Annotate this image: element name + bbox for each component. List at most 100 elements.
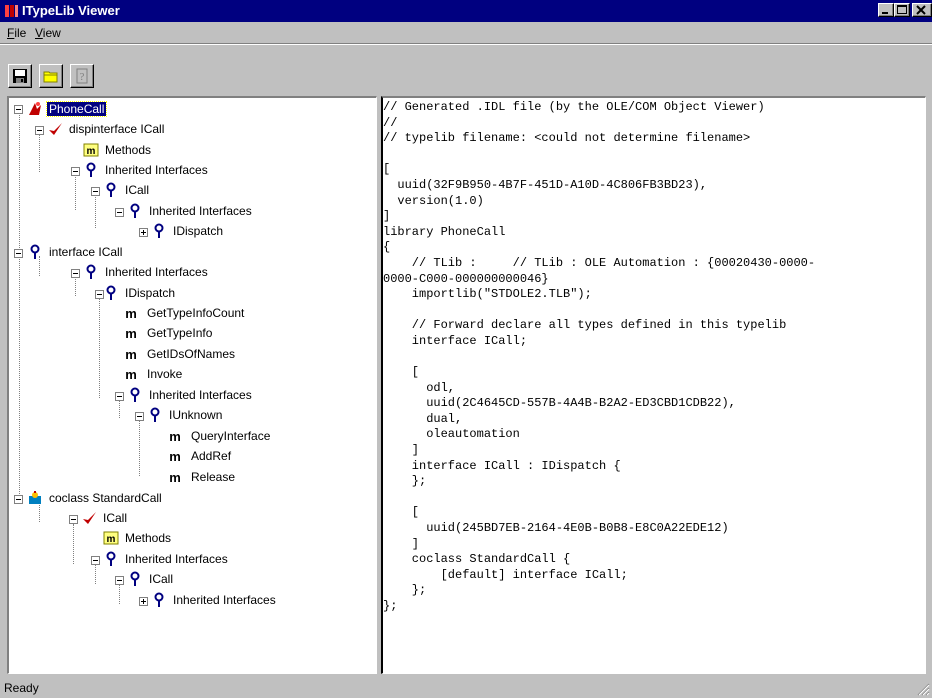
tree-node-icall[interactable]: ICall (81, 509, 129, 527)
interface-icon (127, 387, 143, 403)
menu-file[interactable]: File (7, 26, 26, 40)
open-button[interactable] (39, 64, 63, 88)
coclass-icon (27, 490, 43, 506)
tree-node-icall[interactable]: ICall (127, 570, 175, 588)
collapse-toggle[interactable] (115, 392, 124, 401)
status-text: Ready (4, 681, 39, 695)
minimize-button[interactable] (878, 3, 894, 17)
size-grip-icon[interactable] (916, 682, 930, 696)
status-bar: Ready (0, 676, 932, 698)
tree-connector (39, 132, 40, 172)
collapse-toggle[interactable] (135, 412, 144, 421)
maximize-icon (897, 5, 907, 14)
typelib-app-icon (4, 3, 20, 19)
tree-node-inherited[interactable]: Inherited Interfaces (127, 386, 254, 404)
tree-node-phonecall[interactable]: PhoneCall (27, 100, 108, 118)
interface-icon (151, 223, 167, 239)
minimize-icon (882, 12, 888, 14)
tree-node-dispinterface[interactable]: dispinterface ICall (47, 120, 166, 138)
tree-node-method[interactable]: m GetIDsOfNames (123, 345, 237, 363)
tree-node-methods[interactable]: m Methods (83, 141, 153, 159)
tree-node-label: GetTypeInfo (147, 326, 213, 340)
tree-node-label: ICall (103, 511, 128, 525)
collapse-toggle[interactable] (14, 105, 23, 114)
menu-view[interactable]: View (35, 26, 61, 40)
tree-connector (139, 420, 140, 476)
save-button[interactable] (8, 64, 32, 88)
svg-text:?: ? (80, 71, 85, 83)
close-icon (916, 5, 926, 15)
close-button[interactable] (912, 3, 932, 17)
interface-icon (127, 571, 143, 587)
tree-node-label: ICall (149, 572, 174, 586)
maximize-button[interactable] (894, 3, 910, 17)
dispinterface-icon (47, 121, 63, 137)
expand-toggle[interactable] (139, 597, 148, 606)
tree-node-coclass[interactable]: coclass StandardCall (27, 489, 164, 507)
tree-node-method[interactable]: m GetTypeInfo (123, 324, 214, 342)
collapse-toggle[interactable] (69, 515, 78, 524)
method-icon: m (125, 325, 137, 341)
tree-node-icall[interactable]: ICall (103, 181, 151, 199)
tree-node-interface-icall[interactable]: interface ICall (27, 243, 124, 261)
tree-connector (19, 110, 20, 500)
tree-node-label: Inherited Interfaces (149, 388, 252, 402)
tree-node-label: QueryInterface (191, 429, 271, 443)
collapse-toggle[interactable] (35, 126, 44, 135)
interface-icon (127, 203, 143, 219)
tree-node-label: coclass StandardCall (49, 491, 162, 505)
collapse-toggle[interactable] (71, 269, 80, 278)
interface-icon (103, 285, 119, 301)
tree-node-inherited[interactable]: Inherited Interfaces (151, 591, 278, 609)
tree-node-method[interactable]: m Release (167, 468, 237, 486)
tree-node-label: interface ICall (49, 245, 123, 259)
collapse-toggle[interactable] (91, 187, 100, 196)
tree-node-inherited[interactable]: Inherited Interfaces (83, 161, 210, 179)
method-icon: m (125, 346, 137, 362)
idl-text-view[interactable]: // Generated .IDL file (by the OLE/COM O… (381, 96, 926, 674)
tree-node-inherited[interactable]: Inherited Interfaces (83, 263, 210, 281)
tree-connector (119, 398, 120, 418)
method-icon: m (125, 305, 137, 321)
tree-node-method[interactable]: m QueryInterface (167, 427, 272, 445)
collapse-toggle[interactable] (14, 249, 23, 258)
collapse-toggle[interactable] (115, 576, 124, 585)
tree-node-label: dispinterface ICall (69, 122, 165, 136)
tree-node-label: IDispatch (125, 286, 176, 300)
method-icon: m (169, 469, 181, 485)
tree-node-method[interactable]: m AddRef (167, 447, 233, 465)
tree-node-label: Inherited Interfaces (149, 204, 252, 218)
menu-bar: File View (0, 22, 932, 44)
collapse-toggle[interactable] (14, 495, 23, 504)
menu-view-rest: iew (42, 26, 61, 40)
interface-icon (83, 162, 99, 178)
title-bar[interactable]: ITypeLib Viewer (0, 0, 932, 22)
tree-node-inherited[interactable]: Inherited Interfaces (103, 550, 230, 568)
tree-node-label: Invoke (147, 367, 183, 381)
method-icon: m (169, 448, 181, 464)
collapse-toggle[interactable] (71, 167, 80, 176)
tree-node-methods[interactable]: m Methods (103, 529, 173, 547)
tree-node-method[interactable]: m GetTypeInfoCount (123, 304, 246, 322)
tree-node-inherited[interactable]: Inherited Interfaces (127, 202, 254, 220)
tree-node-iunknown[interactable]: IUnknown (147, 406, 224, 424)
svg-text:m: m (87, 146, 96, 157)
collapse-toggle[interactable] (91, 556, 100, 565)
tree-node-method[interactable]: m Invoke (123, 365, 184, 383)
svg-text:m: m (107, 534, 116, 545)
tree-view[interactable]: PhoneCall dispinterface ICall m Methods … (7, 96, 377, 674)
interface-icon (27, 244, 43, 260)
tree-connector (119, 584, 120, 604)
tree-node-idispatch[interactable]: IDispatch (151, 222, 225, 240)
idl-source-text: // Generated .IDL file (by the OLE/COM O… (383, 100, 816, 613)
help-icon: ? (76, 68, 88, 84)
expand-toggle[interactable] (139, 228, 148, 237)
tree-node-label: IUnknown (169, 408, 223, 422)
tree-node-idispatch[interactable]: IDispatch (103, 284, 177, 302)
tree-node-label: Inherited Interfaces (173, 593, 276, 607)
tree-node-label: Release (191, 470, 236, 484)
help-button[interactable]: ? (70, 64, 94, 88)
collapse-toggle[interactable] (115, 208, 124, 217)
tree-connector (95, 194, 96, 228)
methods-icon: m (83, 142, 99, 158)
